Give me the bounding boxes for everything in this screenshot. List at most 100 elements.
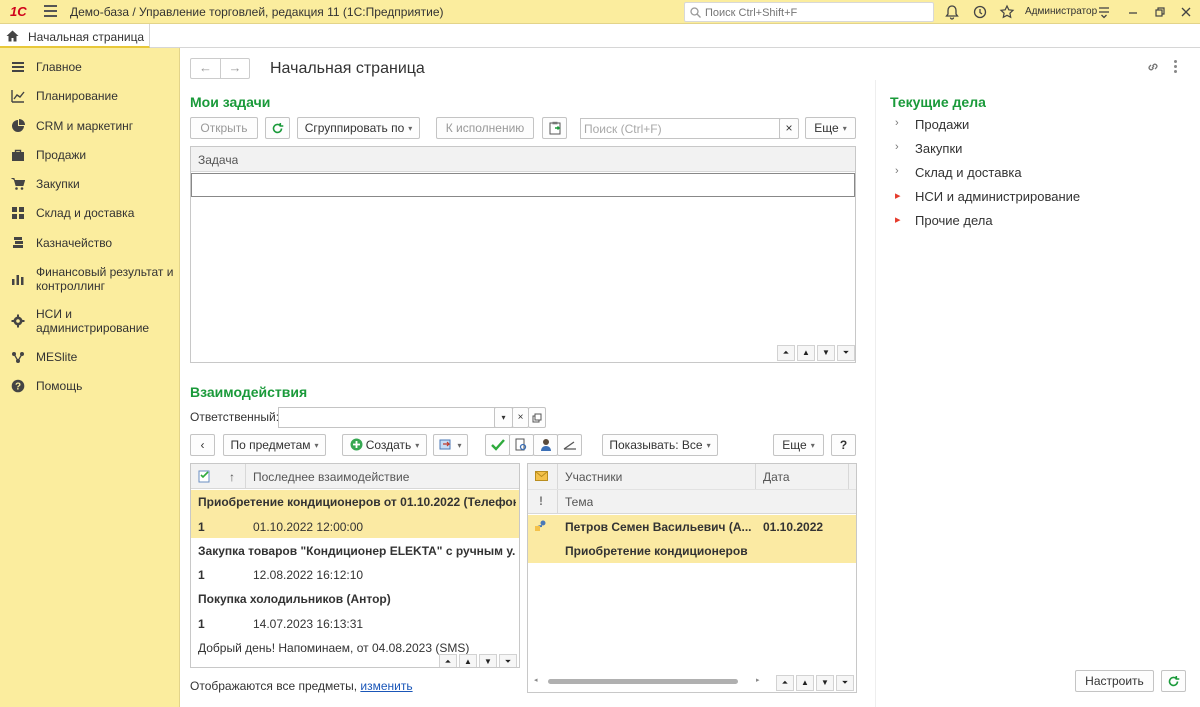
back-button[interactable]: ← [191, 59, 221, 78]
sidebar-item-planning[interactable]: Планирование [0, 88, 179, 106]
table-row-subject[interactable]: Добрый день! Напоминаем, от 04.08.2023 (… [198, 641, 516, 655]
star-icon[interactable] [999, 4, 1015, 20]
phone-call-icon [535, 520, 546, 531]
sidebar-item-financial[interactable]: Финансовый результат и контроллинг [0, 264, 179, 294]
scroll-top-button[interactable]: ⏶ [776, 675, 794, 691]
scroll-top-button[interactable]: ⏶ [777, 345, 795, 361]
current-refresh-button[interactable] [1161, 670, 1186, 692]
scroll-bottom-button[interactable]: ⏷ [836, 675, 854, 691]
to-execution-button[interactable]: К исполнению [436, 117, 534, 139]
table-row-date: 01.10.2022 12:00:00 [253, 520, 364, 534]
person-icon [540, 439, 551, 451]
column-task[interactable]: Задача [198, 153, 238, 167]
create-button[interactable]: Создать ▾ [342, 434, 427, 456]
pie-chart-icon [12, 119, 25, 132]
open-button[interactable]: Открыть [190, 117, 258, 139]
subjects-table[interactable]: ↑ Последнее взаимодействие Приобретение … [190, 463, 520, 668]
global-search-input[interactable] [705, 5, 930, 20]
task-list-button[interactable] [542, 117, 567, 139]
deadline-button[interactable] [557, 434, 582, 456]
table-row-subject[interactable]: Приобретение кондиционеров от 01.10.2022… [198, 495, 516, 509]
global-search[interactable] [684, 2, 934, 22]
mark-done-button[interactable] [485, 434, 510, 456]
sort-arrow[interactable]: ↑ [229, 470, 235, 484]
configure-button[interactable]: Настроить [1075, 670, 1154, 692]
link-icon[interactable] [1146, 60, 1160, 74]
scroll-down-button[interactable]: ▼ [816, 675, 834, 691]
change-link[interactable]: изменить [360, 679, 412, 693]
tasks-search-clear-button[interactable]: × [779, 118, 799, 139]
history-icon[interactable] [972, 4, 988, 20]
minimize-icon[interactable] [1125, 4, 1141, 20]
horizontal-scrollbar[interactable] [548, 679, 738, 684]
bell-icon[interactable] [944, 4, 960, 20]
responsible-input[interactable] [278, 407, 513, 428]
app-logo[interactable]: 1С [10, 4, 27, 19]
send-menu-button[interactable]: ▾ [433, 434, 468, 456]
more-icon[interactable] [1174, 60, 1178, 74]
column-participants[interactable]: Участники [565, 470, 622, 484]
column-importance[interactable]: ! [539, 494, 543, 508]
send-icon [439, 439, 451, 450]
cart-icon [11, 178, 25, 190]
scroll-bottom-button[interactable]: ⏷ [837, 345, 855, 361]
help-button[interactable]: ? [831, 434, 856, 456]
tasks-search-input[interactable]: Поиск (Ctrl+F) [580, 118, 780, 139]
scroll-up-button[interactable]: ▲ [796, 675, 814, 691]
table-row-subject[interactable]: Покупка холодильников (Антор) [198, 592, 516, 606]
refresh-button[interactable] [265, 117, 290, 139]
status-flag-icon[interactable] [198, 469, 211, 483]
user-name[interactable]: Администратор [1025, 6, 1097, 17]
subjects-table-header: ↑ Последнее взаимодействие [191, 464, 519, 489]
scroll-bottom-button[interactable]: ⏷ [499, 654, 517, 667]
interactions-more-button[interactable]: Еще ▾ [773, 434, 824, 456]
group-by-button[interactable]: Сгруппировать по ▾ [297, 117, 420, 139]
responsible-clear-button[interactable]: × [512, 407, 529, 428]
interactions-table[interactable]: Участники Дата ! Тема Петров Семен Васил… [527, 463, 857, 693]
sidebar-item-sales[interactable]: Продажи [0, 147, 179, 165]
chevron-right-icon: › [895, 165, 899, 177]
scroll-right-icon[interactable]: ▸ [756, 676, 760, 684]
triangle-right-icon: ▸ [895, 214, 901, 226]
review-button[interactable] [509, 434, 534, 456]
column-last-interaction[interactable]: Последнее взаимодействие [253, 470, 409, 484]
tasks-more-button[interactable]: Еще ▾ [805, 117, 856, 139]
table-row-topic: Приобретение кондиционеров [565, 544, 748, 558]
scroll-top-button[interactable]: ⏶ [439, 654, 457, 667]
forward-button[interactable]: → [220, 59, 250, 78]
envelope-icon[interactable] [535, 471, 548, 481]
responsible-open-button[interactable] [528, 407, 546, 428]
sidebar-item-crm[interactable]: CRM и маркетинг [0, 118, 179, 136]
assign-button[interactable] [533, 434, 558, 456]
title-bar: 1С Демо-база / Управление торговлей, ред… [0, 0, 1200, 24]
show-all-button[interactable]: Показывать: Все ▾ [602, 434, 718, 456]
column-topic[interactable]: Тема [565, 495, 593, 509]
sidebar-item-admin[interactable]: НСИ и администрирование [0, 306, 179, 336]
interactions-back-button[interactable]: ‹ [190, 434, 215, 456]
sidebar-item-main[interactable]: Главное [0, 59, 179, 77]
table-row-selected[interactable] [191, 173, 855, 197]
scroll-up-button[interactable]: ▲ [797, 345, 815, 361]
settings-menu-icon[interactable] [1096, 4, 1112, 20]
tasks-table[interactable]: Задача ⏶ ▲ ▼ ⏷ [190, 146, 856, 363]
table-row-subject[interactable]: Закупка товаров "Кондиционер ELEKTA" с р… [198, 544, 516, 558]
table-row-participants[interactable]: Петров Семен Васильевич (А... [565, 520, 753, 534]
sidebar-item-help[interactable]: ? Помощь [0, 378, 179, 396]
main-menu-icon[interactable] [44, 5, 57, 17]
sidebar-item-label: Продажи [36, 148, 87, 162]
sidebar-item-treasury[interactable]: Казначейство [0, 235, 179, 253]
close-icon[interactable] [1178, 4, 1194, 20]
column-date[interactable]: Дата [763, 470, 790, 484]
scroll-down-button[interactable]: ▼ [817, 345, 835, 361]
tab-home[interactable]: Начальная страница [0, 24, 150, 48]
restore-icon[interactable] [1152, 4, 1168, 20]
scroll-left-icon[interactable]: ◂ [534, 676, 538, 684]
by-subject-button[interactable]: По предметам ▾ [223, 434, 326, 456]
sidebar-item-purchases[interactable]: Закупки [0, 176, 179, 194]
scroll-down-button[interactable]: ▼ [479, 654, 497, 667]
sidebar-item-warehouse[interactable]: Склад и доставка [0, 205, 179, 223]
sidebar-item-meslite[interactable]: MESlite [0, 349, 179, 367]
scroll-up-button[interactable]: ▲ [459, 654, 477, 667]
responsible-dropdown-button[interactable]: ▾ [494, 407, 513, 428]
table-row-count: 1 [198, 520, 205, 534]
